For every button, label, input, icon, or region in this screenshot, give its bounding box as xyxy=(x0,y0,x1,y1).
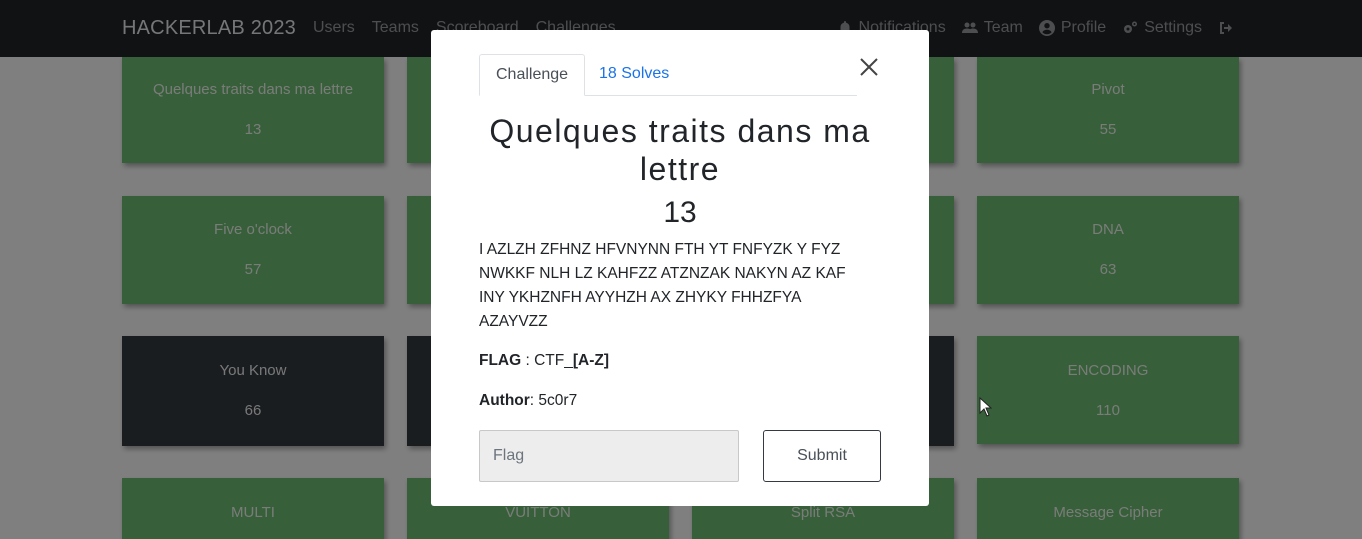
modal-tabs: Challenge 18 Solves xyxy=(479,54,857,96)
author-name: 5c0r7 xyxy=(538,392,578,409)
flag-format: [A-Z] xyxy=(572,352,610,369)
submit-button[interactable]: Submit xyxy=(763,430,881,482)
challenge-description: I AZLZH ZFHNZ HFVNYNN FTH YT FNFYZK Y FY… xyxy=(479,241,846,330)
close-button[interactable] xyxy=(857,55,881,79)
flag-prefix: : CTF_ xyxy=(521,352,573,369)
close-icon xyxy=(860,58,878,76)
author-line: Author: 5c0r7 xyxy=(479,392,577,410)
tab-solves[interactable]: 18 Solves xyxy=(583,54,685,96)
flag-input[interactable] xyxy=(479,430,739,482)
challenge-title: Quelques traits dans ma lettre xyxy=(489,113,871,187)
flag-format-line: FLAG : CTF_[A-Z] xyxy=(479,352,609,370)
mouse-cursor-icon xyxy=(979,397,993,417)
challenge-modal: Challenge 18 Solves Quelques traits dans… xyxy=(431,30,929,506)
tab-challenge[interactable]: Challenge xyxy=(479,54,586,96)
author-label: Author xyxy=(479,392,530,409)
challenge-points-value: 13 xyxy=(663,196,697,229)
flag-label: FLAG xyxy=(479,352,522,369)
